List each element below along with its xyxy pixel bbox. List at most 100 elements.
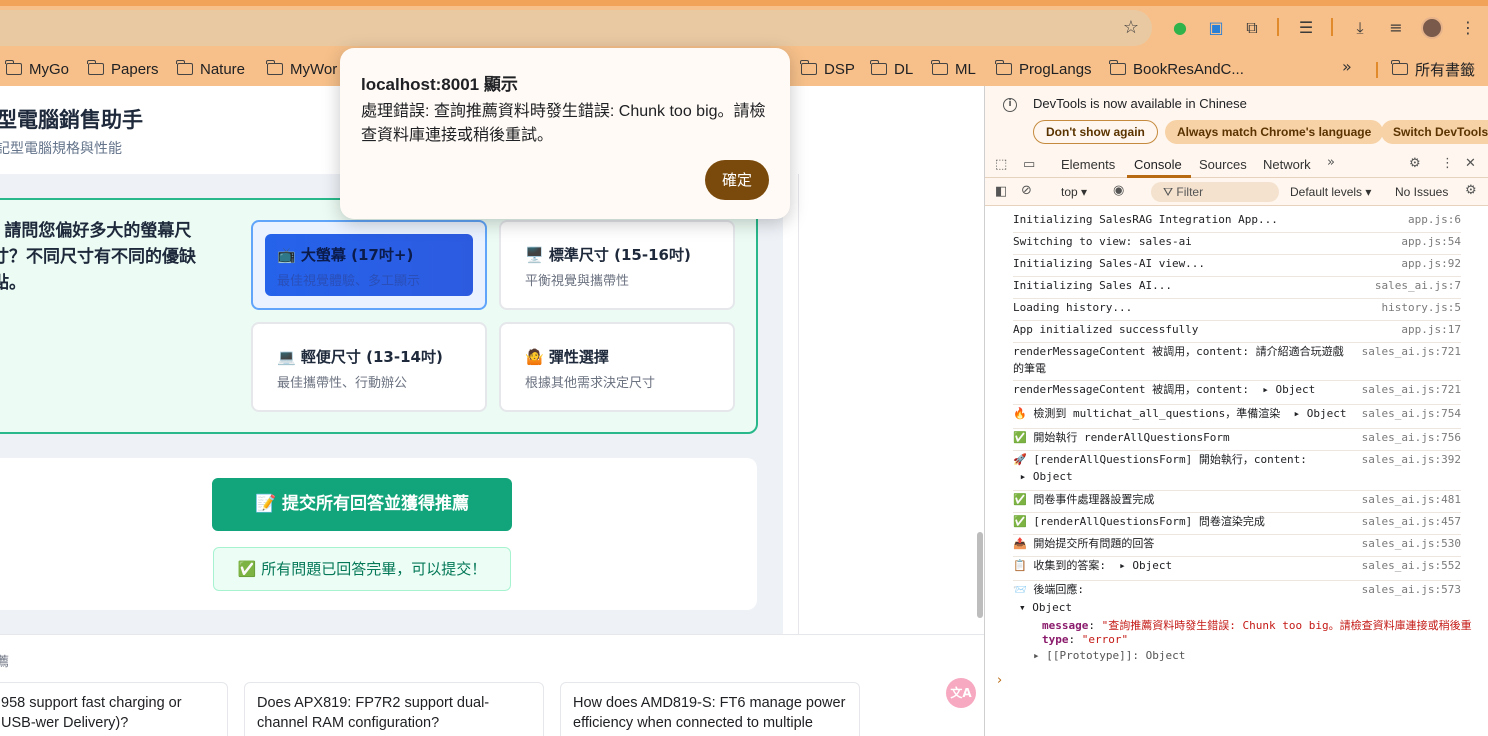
log-message: 📨 後端回應: <box>1013 583 1084 596</box>
bookmark-label: MyWor <box>290 60 338 78</box>
bookmark-star-icon[interactable]: ☆ <box>1120 17 1142 39</box>
log-source-link[interactable]: sales_ai.js:552 <box>1362 557 1461 574</box>
bookmark-folder[interactable]: ProgLangs <box>995 57 1092 81</box>
live-expression-eye-icon[interactable]: ◉ <box>1113 183 1124 198</box>
bookmark-folder[interactable]: DL <box>870 57 913 81</box>
object-tree-toggle[interactable]: ▾ Object <box>1019 601 1072 614</box>
extensions-puzzle-icon[interactable]: ⧉ <box>1240 16 1264 40</box>
console-prompt[interactable]: › <box>997 673 1002 688</box>
log-message: ✅ [renderAllQuestionsForm] 問卷渲染完成 <box>1013 515 1265 528</box>
console-log-entry: Initializing Sales-AI view... app.js:92 <box>1013 255 1461 277</box>
dont-show-again-button[interactable]: Don't show again <box>1033 120 1158 144</box>
translate-float-icon[interactable]: 文A <box>946 678 976 708</box>
option-flexible[interactable]: 🤷 彈性選擇 根據其他需求決定尺寸 <box>499 322 735 412</box>
suggestion-chip[interactable]: How does AMD819-S: FT6 manage power effi… <box>560 682 860 736</box>
close-devtools-icon[interactable]: ✕ <box>1465 156 1476 171</box>
console-log-entry: Initializing Sales AI... sales_ai.js:7 <box>1013 277 1461 299</box>
dialog-message: 處理錯誤: 查詢推薦資料時發生錯誤: Chunk too big。請檢查資料庫連… <box>361 103 766 144</box>
issues-counter[interactable]: No Issues <box>1395 185 1448 199</box>
object-prototype[interactable]: ▸ [[Prototype]]: Object <box>1033 649 1185 662</box>
log-source-link[interactable]: app.js:17 <box>1401 321 1461 338</box>
devtools-tabbar: ⬚ ▭ Elements Console Sources Network » ⚙… <box>985 152 1488 178</box>
console-log-entry: Switching to view: sales-ai app.js:54 <box>1013 233 1461 255</box>
log-source-link[interactable]: app.js:54 <box>1401 233 1461 250</box>
log-source-link[interactable]: app.js:6 <box>1408 211 1461 228</box>
object-property-type: type: "error" <box>1042 633 1129 646</box>
log-source-link[interactable]: sales_ai.js:530 <box>1362 535 1461 552</box>
download-icon[interactable]: ⤓ <box>1348 16 1372 40</box>
log-source-link[interactable]: sales_ai.js:457 <box>1362 513 1461 530</box>
device-toolbar-icon[interactable]: ▭ <box>1023 157 1035 172</box>
option-large-screen[interactable]: 📺 大螢幕 (17吋+) 最佳視覺體驗、多工顯示 <box>251 220 487 310</box>
log-source-link[interactable]: app.js:92 <box>1401 255 1461 272</box>
chrome-menu-icon[interactable]: ⋮ <box>1456 16 1480 40</box>
always-match-language-button[interactable]: Always match Chrome's language <box>1165 120 1384 144</box>
screen: ☆ ● ▣ ⧉ ☰ ⤓ ≡ ⋮ MyGo Papers Nature MyWor… <box>0 0 1488 736</box>
all-bookmarks-folder[interactable]: 所有書籤 <box>1391 57 1476 81</box>
dialog-ok-button[interactable]: 確定 <box>705 160 769 200</box>
dialog-title: localhost:8001 顯示 <box>361 75 518 94</box>
toolbar-divider <box>1331 18 1333 36</box>
property-key: type <box>1042 633 1069 646</box>
bookmark-folder[interactable]: MyWor <box>266 57 338 81</box>
context-selector[interactable]: top ▾ <box>1061 185 1087 199</box>
tab-strip-edge <box>0 0 1488 6</box>
console-settings-icon[interactable]: ⚙ <box>1465 183 1477 198</box>
media-control-icon[interactable]: ≡ <box>1384 16 1408 40</box>
all-answered-status: ✅ 所有問題已回答完畢，可以提交！ <box>213 547 511 591</box>
log-source-link[interactable]: history.js:5 <box>1382 299 1461 316</box>
suggestion-chip[interactable]: Does APX819: FP7R2 support dual-channel … <box>244 682 544 736</box>
bookmark-folder[interactable]: BookResAndC... <box>1109 57 1244 81</box>
bookmark-folder[interactable]: ML <box>931 57 976 81</box>
option-title-text: 輕便尺寸 (13-14吋) <box>300 348 443 366</box>
option-title-text: 標準尺寸 (15-16吋) <box>548 246 691 264</box>
more-tabs-icon[interactable]: » <box>1327 155 1335 170</box>
tab-elements[interactable]: Elements <box>1061 157 1115 172</box>
log-source-link[interactable]: sales_ai.js:481 <box>1362 491 1461 508</box>
tab-network[interactable]: Network <box>1263 157 1311 172</box>
log-source-link[interactable]: sales_ai.js:721 <box>1362 343 1461 360</box>
sidebar-toggle-icon[interactable]: ◧ <box>995 184 1007 199</box>
bookmark-folder[interactable]: Nature <box>176 57 245 81</box>
page-subtitle: 記型電腦規格與性能 <box>0 141 122 157</box>
clear-console-icon[interactable]: ⊘ <box>1021 183 1032 198</box>
evernote-extension-icon[interactable]: ● <box>1168 16 1192 40</box>
address-bar[interactable] <box>0 10 1152 46</box>
option-portable-screen[interactable]: 💻 輕便尺寸 (13-14吋) 最佳攜帶性、行動辦公 <box>251 322 487 412</box>
console-filter-input[interactable]: ⛛ Filter <box>1151 182 1279 202</box>
console-log-entry: 🚀 [renderAllQuestionsForm] 開始執行，content:… <box>1013 451 1461 491</box>
page-scrollbar[interactable] <box>977 532 983 618</box>
reading-list-icon[interactable]: ☰ <box>1294 16 1318 40</box>
bookmarks-overflow-button[interactable]: » <box>1342 57 1352 76</box>
bookmark-label: 所有書籤 <box>1415 61 1476 79</box>
bookmark-folder[interactable]: MyGo <box>5 57 69 81</box>
bookmark-label: Papers <box>111 60 159 78</box>
log-source-link[interactable]: sales_ai.js:7 <box>1375 277 1461 294</box>
log-source-link[interactable]: sales_ai.js:756 <box>1362 429 1461 446</box>
inspect-element-icon[interactable]: ⬚ <box>995 157 1007 172</box>
log-source-link[interactable]: sales_ai.js:754 <box>1362 405 1461 422</box>
option-standard-screen[interactable]: 🖥️ 標準尺寸 (15-16吋) 平衡視覺與攜帶性 <box>499 220 735 310</box>
option-desc: 最佳攜帶性、行動辦公 <box>277 376 408 391</box>
log-source-link[interactable]: sales_ai.js:392 <box>1362 451 1461 468</box>
log-source-link[interactable]: sales_ai.js:573 <box>1362 581 1461 598</box>
folder-icon <box>931 60 948 75</box>
profile-avatar[interactable] <box>1421 17 1443 39</box>
suggestion-chip[interactable]: 958 support fast charging or USB-wer Del… <box>0 682 228 736</box>
translate-extension-icon[interactable]: ▣ <box>1204 16 1228 40</box>
kebab-menu-icon[interactable]: ⋮ <box>1441 156 1454 171</box>
folder-icon <box>5 60 22 75</box>
submit-all-answers-button[interactable]: 📝 提交所有回答並獲得推薦 <box>212 478 512 531</box>
log-levels-dropdown[interactable]: Default levels ▾ <box>1290 185 1371 199</box>
tab-console[interactable]: Console <box>1134 157 1182 172</box>
bookmark-folder[interactable]: DSP <box>800 57 855 81</box>
tab-sources[interactable]: Sources <box>1199 157 1247 172</box>
property-key: message <box>1042 619 1089 632</box>
log-source-link[interactable]: sales_ai.js:721 <box>1362 381 1461 398</box>
log-message: renderMessageContent 被調用，content: 請介紹適合玩… <box>1013 345 1344 375</box>
settings-gear-icon[interactable]: ⚙ <box>1409 156 1421 171</box>
bookmark-folder[interactable]: Papers <box>87 57 159 81</box>
switch-devtools-language-button[interactable]: Switch DevTools t <box>1381 120 1488 144</box>
option-desc: 根據其他需求決定尺寸 <box>525 376 656 391</box>
object-property-message: message: "查詢推薦資料時發生錯誤: Chunk too big。請檢查… <box>1042 619 1472 632</box>
